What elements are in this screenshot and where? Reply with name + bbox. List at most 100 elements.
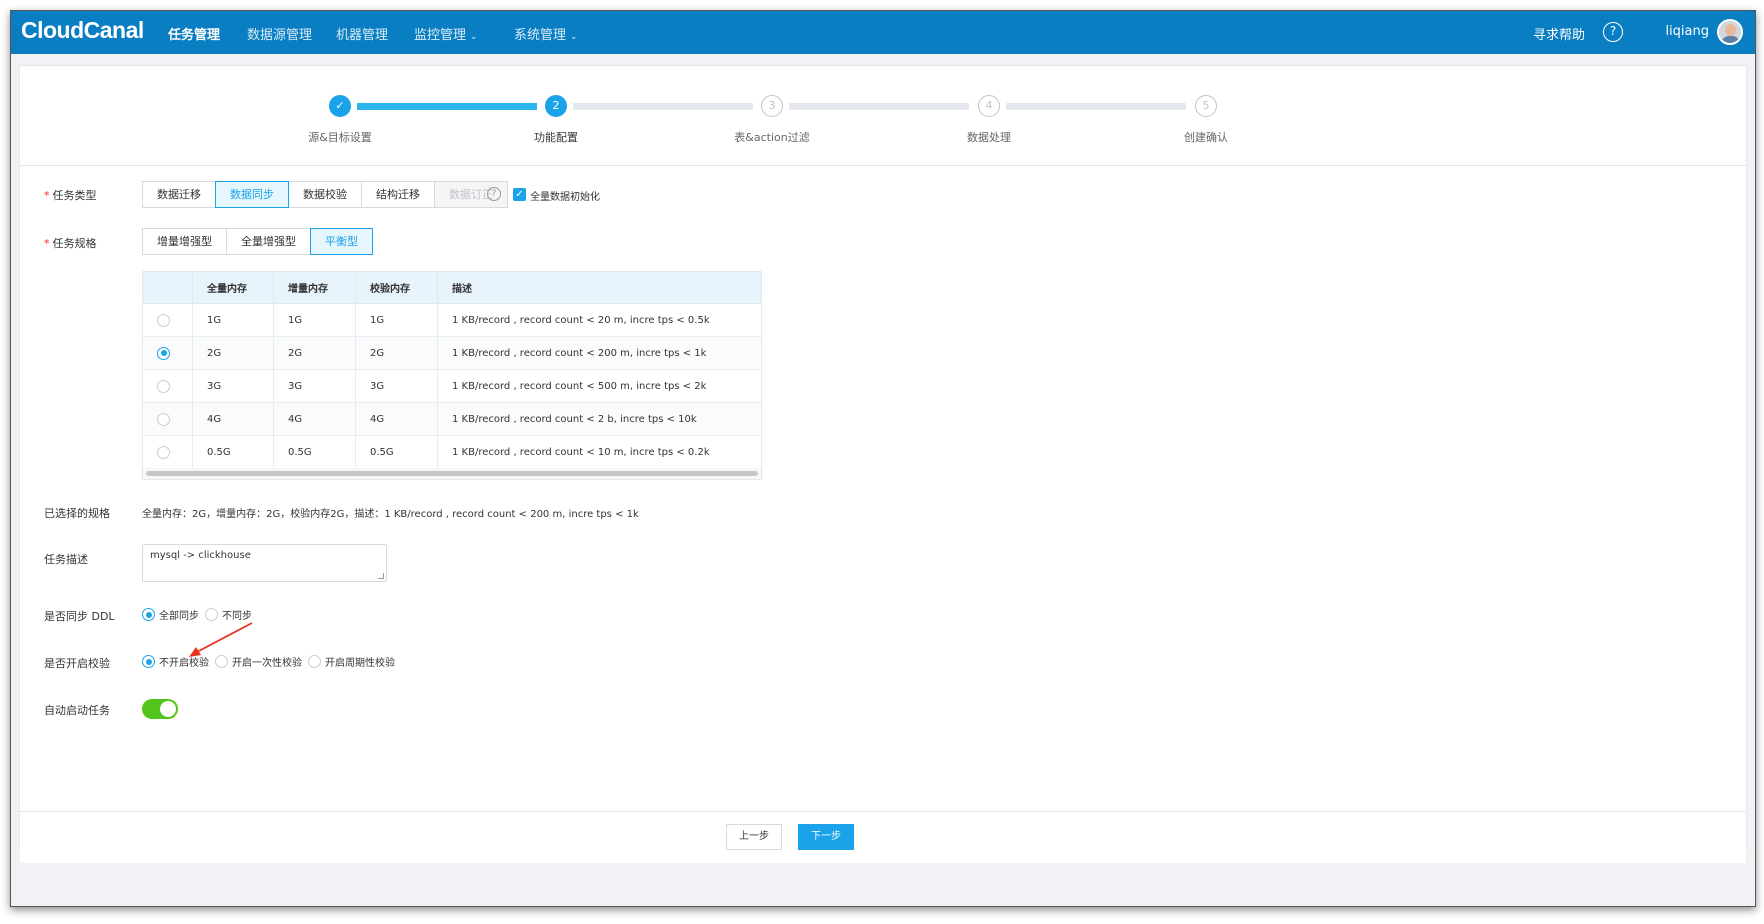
full-init-checkbox[interactable]: ✓ (513, 188, 526, 201)
table-row[interactable]: 2G 2G 2G 1 KB/record , record count < 20… (142, 336, 762, 370)
ddl-sync-label: 是否同步 DDL (44, 610, 115, 623)
footer-bar: 上一步 下一步 (20, 811, 1746, 863)
top-navbar: CloudCanal 任务管理 数据源管理 机器管理 监控管理 ⌄ 系统管理 ⌄ 寻… (11, 11, 1755, 54)
app-window: CloudCanal 任务管理 数据源管理 机器管理 监控管理 ⌄ 系统管理 ⌄ 寻… (10, 10, 1756, 907)
table-cell: 0.5G (273, 435, 356, 469)
task-desc-label: 任务描述 (44, 553, 88, 566)
spec-full[interactable]: 全量增强型 (226, 228, 311, 255)
table-cell: 1G (273, 303, 356, 337)
table-header-check-mem: 校验内存 (355, 271, 438, 304)
nav-system-management[interactable]: 系统管理 ⌄ (514, 24, 578, 43)
table-header-select (142, 271, 193, 304)
ddl-option-none[interactable]: 不同步 (205, 607, 252, 622)
spec-incremental[interactable]: 增量增强型 (142, 228, 227, 255)
spec-balanced[interactable]: 平衡型 (310, 228, 373, 255)
check-option-once[interactable]: 开启一次性校验 (215, 654, 302, 669)
check-option-periodic-label: 开启周期性校验 (325, 658, 395, 669)
step-connector-2 (573, 103, 753, 110)
task-type-structure[interactable]: 结构迁移 (361, 181, 435, 208)
ddl-option-all-label: 全部同步 (159, 611, 199, 622)
table-cell: 2G (192, 336, 274, 370)
spec-row-radio[interactable] (157, 346, 170, 360)
nav-monitor-management[interactable]: 监控管理 ⌄ (414, 24, 478, 43)
avatar[interactable] (1717, 19, 1743, 45)
next-step-button[interactable]: 下一步 (798, 824, 854, 850)
table-row[interactable]: 0.5G 0.5G 0.5G 1 KB/record , record coun… (142, 435, 762, 469)
table-cell: 0.5G (355, 435, 438, 469)
auto-start-label: 自动启动任务 (44, 704, 110, 717)
help-link[interactable]: 寻求帮助 (1533, 24, 1585, 43)
radio-button[interactable] (142, 608, 155, 621)
table-cell: 4G (273, 402, 356, 436)
scrollbar-thumb[interactable] (146, 471, 758, 476)
radio-button[interactable] (215, 655, 228, 668)
spec-row-radio[interactable] (157, 412, 170, 426)
nav-datasource-management[interactable]: 数据源管理 (247, 24, 312, 43)
table-header-row: 全量内存 增量内存 校验内存 描述 (142, 271, 762, 304)
step-2-label: 功能配置 (534, 131, 578, 144)
chevron-down-icon: ⌄ (470, 32, 478, 42)
question-circle-icon[interactable]: ? (1603, 22, 1623, 42)
step-2-circle: 2 (545, 95, 567, 117)
check-option-periodic[interactable]: 开启周期性校验 (308, 654, 395, 669)
task-type-check[interactable]: 数据校验 (288, 181, 362, 208)
question-circle-icon[interactable]: ? (487, 187, 501, 201)
spec-label: * 任务规格 (44, 237, 97, 250)
progress-steps: ✓ 2 3 4 5 源&目标设置 功能配置 表&action过滤 数据处理 创建… (20, 66, 1746, 166)
table-row[interactable]: 1G 1G 1G 1 KB/record , record count < 20… (142, 303, 762, 337)
check-options: 不开启校验 开启一次性校验 开启周期性校验 (142, 654, 401, 669)
check-label: 是否开启校验 (44, 657, 110, 670)
table-cell: 2G (273, 336, 356, 370)
nav-machine-management[interactable]: 机器管理 (336, 24, 388, 43)
table-row[interactable]: 4G 4G 4G 1 KB/record , record count < 2 … (142, 402, 762, 436)
radio-button[interactable] (205, 608, 218, 621)
radio-button[interactable] (308, 655, 321, 668)
radio-button[interactable] (142, 655, 155, 668)
task-type-migration[interactable]: 数据迁移 (142, 181, 216, 208)
resize-handle-icon[interactable] (378, 573, 384, 579)
step-5-label: 创建确认 (1184, 131, 1228, 144)
table-cell: 1 KB/record , record count < 10 m, incre… (437, 435, 762, 469)
ddl-sync-options: 全部同步 不同步 (142, 607, 258, 622)
auto-start-toggle[interactable] (142, 699, 178, 719)
selected-spec-label: 已选择的规格 (44, 507, 110, 520)
task-desc-textarea[interactable]: mysql -> clickhouse (142, 544, 387, 582)
nav-system-label: 系统管理 (514, 28, 567, 43)
ddl-option-all[interactable]: 全部同步 (142, 607, 199, 622)
task-desc-value: mysql -> clickhouse (150, 550, 251, 561)
task-config-card: ✓ 2 3 4 5 源&目标设置 功能配置 表&action过滤 数据处理 创建… (19, 65, 1747, 863)
spec-type-group: 增量增强型 全量增强型 平衡型 (142, 228, 373, 255)
table-header-full-mem: 全量内存 (192, 271, 274, 304)
spec-row-radio[interactable] (157, 445, 170, 459)
table-cell: 4G (355, 402, 438, 436)
cloudcanal-logo[interactable]: CloudCanal (21, 17, 144, 44)
table-row[interactable]: 3G 3G 3G 1 KB/record , record count < 50… (142, 369, 762, 403)
table-cell: 1 KB/record , record count < 2 b, incre … (437, 402, 762, 436)
task-type-sync[interactable]: 数据同步 (215, 181, 289, 208)
table-cell: 3G (273, 369, 356, 403)
spec-row-radio[interactable] (157, 379, 170, 393)
table-cell: 3G (355, 369, 438, 403)
table-cell: 1 KB/record , record count < 20 m, incre… (437, 303, 762, 337)
step-4-label: 数据处理 (967, 131, 1011, 144)
step-4-circle: 4 (978, 95, 1000, 117)
prev-step-button[interactable]: 上一步 (726, 824, 782, 850)
username[interactable]: liqiang (1665, 24, 1709, 39)
full-init-label: 全量数据初始化 (530, 192, 600, 203)
nav-task-management[interactable]: 任务管理 (168, 24, 220, 43)
check-option-once-label: 开启一次性校验 (232, 658, 302, 669)
step-3-circle: 3 (761, 95, 783, 117)
step-connector-1 (357, 103, 537, 110)
step-connector-3 (789, 103, 969, 110)
table-header-incr-mem: 增量内存 (273, 271, 356, 304)
table-horizontal-scrollbar[interactable] (142, 468, 762, 480)
check-option-off[interactable]: 不开启校验 (142, 654, 209, 669)
spec-row-radio[interactable] (157, 313, 170, 327)
table-cell: 2G (355, 336, 438, 370)
task-type-label: * 任务类型 (44, 189, 97, 202)
table-cell: 0.5G (192, 435, 274, 469)
step-5-circle: 5 (1195, 95, 1217, 117)
table-cell: 1G (192, 303, 274, 337)
step-1-check-icon: ✓ (329, 95, 351, 117)
check-option-off-label: 不开启校验 (159, 658, 209, 669)
